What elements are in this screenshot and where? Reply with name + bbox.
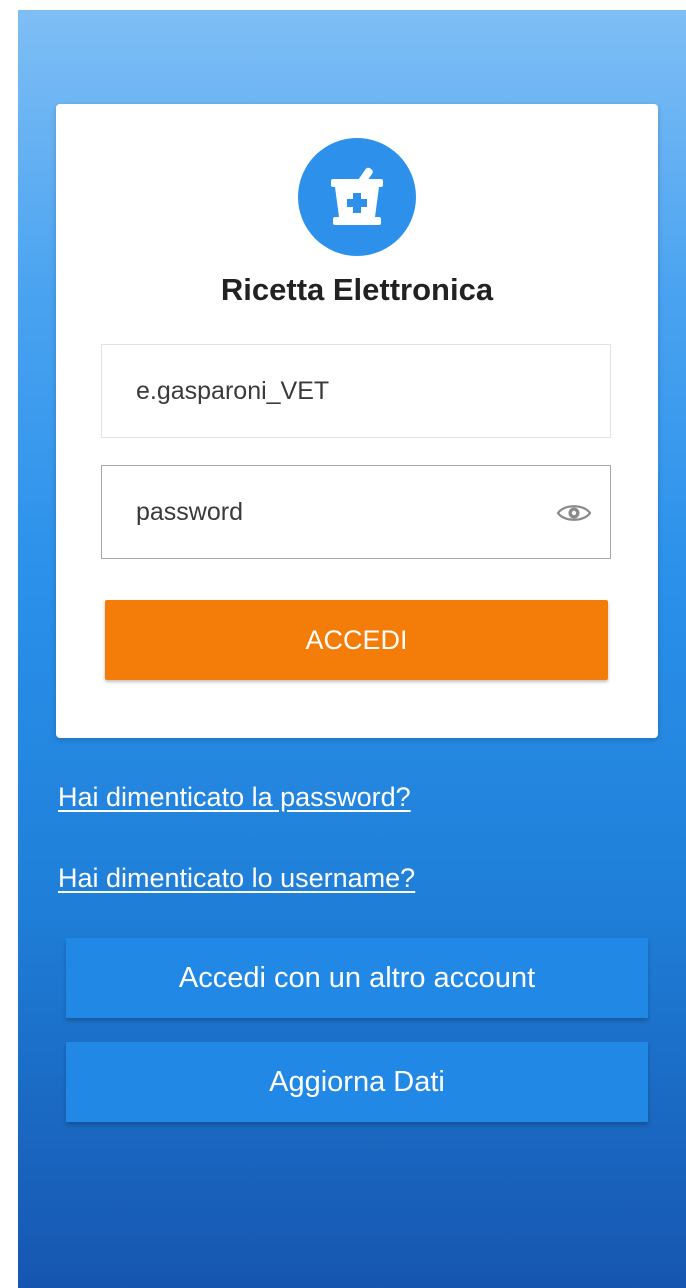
refresh-data-button[interactable]: Aggiorna Dati bbox=[66, 1042, 648, 1122]
eye-icon[interactable] bbox=[556, 501, 592, 525]
forgot-username-link[interactable]: Hai dimenticato lo username? bbox=[58, 863, 415, 894]
username-input[interactable] bbox=[136, 345, 536, 437]
username-field[interactable] bbox=[101, 344, 611, 438]
pharmacy-mortar-icon bbox=[331, 167, 383, 225]
forgot-password-link[interactable]: Hai dimenticato la password? bbox=[58, 782, 411, 813]
app-title: Ricetta Elettronica bbox=[220, 272, 494, 307]
login-button[interactable]: ACCEDI bbox=[105, 600, 608, 680]
password-input[interactable] bbox=[136, 466, 536, 558]
password-field[interactable] bbox=[101, 465, 611, 559]
login-card: Ricetta Elettronica ACCEDI bbox=[56, 104, 658, 738]
app-logo bbox=[298, 138, 416, 256]
login-screen: Ricetta Elettronica ACCEDI Hai dimentica… bbox=[18, 10, 686, 1288]
other-account-button[interactable]: Accedi con un altro account bbox=[66, 938, 648, 1018]
